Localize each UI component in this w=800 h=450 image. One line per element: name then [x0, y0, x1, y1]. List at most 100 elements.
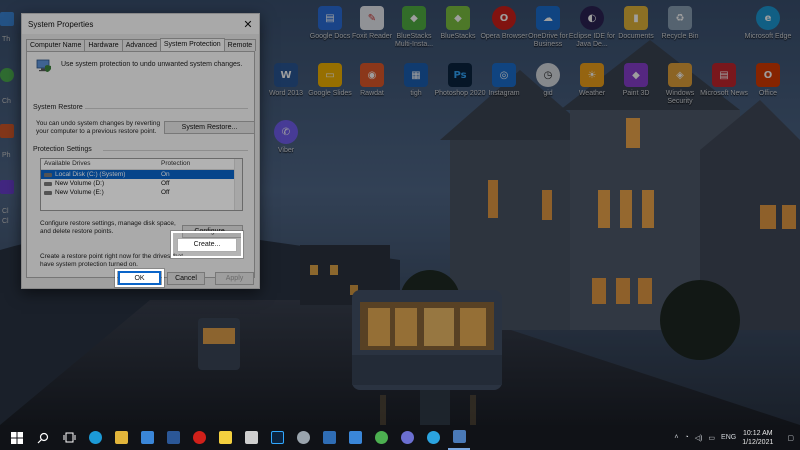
taskbar-app[interactable]: [396, 425, 418, 450]
apply-button[interactable]: Apply: [215, 272, 254, 285]
system-restore-group-title: System Restore: [33, 104, 83, 111]
taskbar-skype[interactable]: [422, 425, 444, 450]
chrome-icon: [374, 431, 388, 444]
photos-icon: [348, 431, 362, 444]
close-icon[interactable]: ✕: [237, 14, 259, 34]
create-description: Create a restore point right now for the…: [40, 253, 184, 268]
edge-icon: [88, 431, 102, 444]
onedrive-icon: ☁: [536, 6, 560, 30]
taskbar-system-properties[interactable]: [448, 425, 470, 450]
virtualbox-icon: [322, 431, 336, 444]
drive-name: New Volume (D:): [55, 180, 105, 187]
rawdat-icon: ◉: [360, 63, 384, 87]
taskbar-opera[interactable]: [188, 425, 210, 450]
dialog-title: System Properties: [28, 19, 94, 29]
sticky-notes-icon: [218, 431, 232, 444]
protection-header[interactable]: Protection: [157, 159, 227, 169]
system-properties-icon: [452, 430, 466, 443]
taskbar-virtualbox[interactable]: [318, 425, 340, 450]
desktop-icon-edge[interactable]: e Microsoft Edge: [742, 6, 794, 41]
drive-row[interactable]: New Volume (E:) Off: [41, 188, 242, 197]
office-icon: O: [756, 63, 780, 87]
chrome-icon[interactable]: [0, 68, 14, 82]
partial-icon-label: Ch: [2, 98, 11, 105]
battery-icon[interactable]: ▭: [708, 434, 715, 442]
taskbar-mail[interactable]: [136, 425, 158, 450]
configure-description: Configure restore settings, manage disk …: [40, 220, 176, 235]
drive-icon: [44, 181, 52, 186]
drive-protection: On: [161, 171, 170, 178]
search-icon: [37, 432, 49, 443]
partial-icon[interactable]: [0, 180, 14, 194]
word-icon: W: [274, 63, 298, 87]
desktop-icon-viber[interactable]: ✆ Viber: [260, 120, 312, 155]
drive-row[interactable]: Local Disk (C:) (System) On: [41, 170, 242, 179]
left-edge-icons: Th Ch Ph Cl Cl: [0, 8, 20, 248]
clock[interactable]: 10:12 AM 1/12/2021: [742, 429, 773, 447]
partial-icon-label: Cl: [2, 208, 9, 215]
desktop-icon-office[interactable]: O Office: [742, 63, 794, 98]
start-button[interactable]: [6, 425, 28, 450]
task-view-icon: [63, 432, 75, 443]
tab-computer-name[interactable]: Computer Name: [26, 39, 86, 51]
opera-icon: O: [492, 6, 516, 30]
taskbar-edge[interactable]: [84, 425, 106, 450]
skype-icon: [426, 431, 440, 444]
system-restore-button[interactable]: System Restore...: [164, 121, 255, 134]
drive-name: Local Disk (C:) (System): [55, 171, 126, 178]
partial-icon-label: Cl: [2, 218, 9, 225]
partial-icon[interactable]: [0, 12, 14, 26]
taskbar-settings[interactable]: [292, 425, 314, 450]
cancel-button[interactable]: Cancel: [167, 272, 205, 285]
bluestacks-multi-icon: ◆: [402, 6, 426, 30]
windows-security-icon: ◈: [668, 63, 692, 87]
photoshop-icon: Ps: [448, 63, 472, 87]
windows-logo-icon: [11, 431, 23, 444]
settings-icon: [296, 431, 310, 444]
taskbar-chrome[interactable]: [370, 425, 392, 450]
create-button[interactable]: Create...: [177, 238, 237, 252]
chevron-up-icon[interactable]: ˄: [674, 434, 678, 441]
taskbar-sticky-notes[interactable]: [214, 425, 236, 450]
bluestacks-icon: ◆: [446, 6, 470, 30]
tab-remote[interactable]: Remote: [223, 39, 257, 51]
volume-icon[interactable]: ◁): [695, 434, 703, 442]
system-restore-description: You can undo system changes by reverting…: [36, 120, 161, 135]
google-docs-icon: ▤: [318, 6, 342, 30]
tab-hardware[interactable]: Hardware: [84, 39, 123, 51]
taskbar-file-explorer[interactable]: [110, 425, 132, 450]
drive-row[interactable]: New Volume (D:) Off: [41, 179, 242, 188]
file-explorer-icon: [114, 431, 128, 444]
task-view-button[interactable]: [58, 425, 80, 450]
taskbar-store[interactable]: [240, 425, 262, 450]
partial-icon[interactable]: [0, 124, 14, 138]
google-slides-icon: ▭: [318, 63, 342, 87]
taskbar-photos[interactable]: [344, 425, 366, 450]
photoshop-icon: [270, 431, 284, 444]
taskbar-photoshop[interactable]: [266, 425, 288, 450]
partial-icon-label: Ph: [2, 152, 11, 159]
clock-icon: ◷: [536, 63, 560, 87]
store-icon: [244, 431, 258, 444]
list-scrollbar[interactable]: [234, 159, 242, 210]
available-drives-header[interactable]: Available Drives: [41, 159, 157, 169]
divider: [103, 150, 248, 151]
network-icon[interactable]: ◔: [684, 434, 688, 441]
tab-advanced[interactable]: Advanced: [121, 39, 161, 51]
taskbar-word[interactable]: [162, 425, 184, 450]
drive-protection: Off: [161, 189, 170, 196]
notifications-icon[interactable]: ▢: [787, 434, 794, 442]
language-indicator[interactable]: ENG: [721, 434, 736, 441]
mail-icon: [140, 431, 154, 444]
dialog-titlebar[interactable]: System Properties ✕: [22, 14, 259, 34]
recycle-bin-icon: ♻: [668, 6, 692, 30]
computer-shield-icon: [36, 59, 51, 72]
desktop-icon-recycle-bin[interactable]: ♻ Recycle Bin: [654, 6, 706, 41]
system-tray: ˄ ◔ ◁) ▭ ENG 10:12 AM 1/12/2021 ▢: [674, 425, 800, 450]
search-button[interactable]: [32, 425, 54, 450]
drives-list-header: Available Drives Protection: [41, 159, 242, 170]
tab-system-protection[interactable]: System Protection: [159, 38, 225, 51]
ok-button[interactable]: OK: [118, 271, 161, 285]
desktop-icon-bluestacks[interactable]: ◆ BlueStacks: [432, 6, 484, 41]
drive-icon: [44, 172, 52, 177]
